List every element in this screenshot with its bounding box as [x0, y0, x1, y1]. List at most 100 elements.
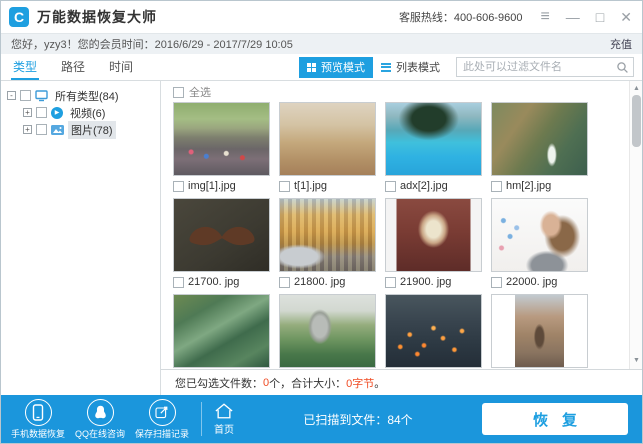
list-mode-button[interactable]: 列表模式 — [373, 57, 448, 78]
home-label: 首页 — [214, 421, 234, 436]
file-checkbox[interactable] — [385, 181, 396, 192]
tab-type[interactable]: 类型 — [11, 54, 39, 80]
file-name: hm[2].jpg — [506, 180, 551, 192]
tree-item-image[interactable]: + 图片(78) — [7, 121, 160, 138]
tree-checkbox[interactable] — [36, 124, 47, 135]
home-button[interactable]: 首页 — [214, 402, 234, 436]
thumbnail-image[interactable] — [491, 294, 588, 368]
thumbnail-cell — [491, 294, 588, 369]
filter-search-input[interactable] — [463, 61, 616, 73]
thumbnail-cell — [385, 294, 482, 369]
thumbnail-cell: t[1].jpg — [279, 102, 376, 196]
thumbnail-cell — [279, 294, 376, 369]
thumbnail-image[interactable] — [385, 102, 482, 176]
file-checkbox[interactable] — [385, 277, 396, 288]
expand-icon[interactable]: + — [23, 125, 32, 134]
select-all-checkbox[interactable] — [173, 87, 184, 98]
menu-icon[interactable]: ≡ — [540, 9, 549, 25]
scanned-files-count: 已扫描到文件：84个 — [234, 411, 482, 428]
list-view-icon — [381, 63, 391, 72]
app-logo-icon: C — [9, 7, 29, 27]
thumbnail-cell — [173, 294, 270, 369]
collapse-icon[interactable]: - — [7, 91, 16, 100]
thumbnail-image[interactable] — [173, 198, 270, 272]
thumbnail-cell: 21700. jpg — [173, 198, 270, 292]
action-label: 保存扫描记录 — [135, 427, 189, 440]
thumbnail-image[interactable] — [279, 198, 376, 272]
phone-recovery-button[interactable]: 手机数据恢复 — [7, 399, 69, 440]
qq-consult-button[interactable]: QQ在线咨询 — [69, 399, 131, 440]
file-name: 21800. jpg — [294, 276, 345, 288]
tab-time[interactable]: 时间 — [107, 54, 135, 80]
tree-checkbox[interactable] — [36, 107, 47, 118]
close-button[interactable]: ✕ — [620, 10, 632, 24]
app-title: 万能数据恢复大师 — [37, 7, 157, 27]
thumbnail-image[interactable] — [173, 294, 270, 368]
file-name: adx[2].jpg — [400, 180, 448, 192]
scroll-up-icon[interactable]: ▲ — [630, 83, 642, 95]
file-checkbox[interactable] — [279, 277, 290, 288]
action-label: QQ在线咨询 — [75, 427, 125, 440]
thumbnail-grid: img[1].jpg t[1].jpg adx[2].jpg hm[2].jpg — [173, 102, 642, 369]
preview-mode-button[interactable]: 预览模式 — [299, 57, 373, 78]
title-bar: C 万能数据恢复大师 客服热线：400-606-9600 ≡ — □ ✕ — [1, 1, 642, 33]
thumbnail-cell: img[1].jpg — [173, 102, 270, 196]
file-checkbox[interactable] — [491, 277, 502, 288]
search-icon[interactable] — [616, 61, 629, 74]
thumbnail-image[interactable] — [279, 294, 376, 368]
thumbnail-image[interactable] — [491, 198, 588, 272]
thumbnail-image[interactable] — [491, 102, 588, 176]
thumbnail-image[interactable] — [385, 294, 482, 368]
grid-view-icon — [307, 63, 316, 72]
minimize-button[interactable]: — — [566, 10, 580, 24]
tree-checkbox[interactable] — [20, 90, 31, 101]
qq-penguin-icon — [92, 404, 109, 421]
file-checkbox[interactable] — [491, 181, 502, 192]
select-all-row: 全选 — [173, 84, 642, 100]
scroll-down-icon[interactable]: ▼ — [630, 355, 642, 367]
scrollbar-thumb[interactable] — [632, 95, 641, 147]
recover-button[interactable]: 恢复 — [482, 403, 628, 435]
file-name: t[1].jpg — [294, 180, 327, 192]
bottom-action-bar: 手机数据恢复 QQ在线咨询 保存扫描记录 — [1, 395, 642, 443]
maximize-button[interactable]: □ — [596, 10, 604, 24]
phone-icon — [31, 404, 45, 421]
thumbnail-image[interactable] — [385, 198, 482, 272]
file-name: 21900. jpg — [400, 276, 451, 288]
member-bar: 您好，yzy3！您的会员时间：2016/6/29 - 2017/7/29 10:… — [1, 33, 642, 54]
file-checkbox[interactable] — [173, 181, 184, 192]
file-name: 22000. jpg — [506, 276, 557, 288]
tab-path[interactable]: 路径 — [59, 54, 87, 80]
content-area: - 所有类型(84) + ▶ 视频(6) + — [1, 81, 642, 395]
thumbnail-cell: 21900. jpg — [385, 198, 482, 292]
selected-size: 0字节 — [346, 375, 374, 391]
thumbnail-grid-area: 全选 img[1].jpg t[1].jpg adx[2].jpg — [161, 81, 642, 369]
expand-icon[interactable]: + — [23, 108, 32, 117]
image-icon — [51, 125, 64, 135]
tree-item-all-types[interactable]: - 所有类型(84) — [7, 87, 160, 104]
computer-icon — [35, 90, 48, 102]
tree-item-label: 所有类型(84) — [52, 87, 122, 105]
file-checkbox[interactable] — [173, 277, 184, 288]
preview-mode-label: 预览模式 — [321, 59, 365, 75]
video-icon: ▶ — [51, 107, 63, 119]
thumbnail-image[interactable] — [173, 102, 270, 176]
file-checkbox[interactable] — [279, 181, 290, 192]
export-icon — [154, 404, 170, 420]
vertical-scrollbar[interactable]: ▲ ▼ — [629, 81, 642, 369]
service-hotline: 客服热线：400-606-9600 — [399, 9, 523, 25]
thumbnail-image[interactable] — [279, 102, 376, 176]
recharge-link[interactable]: 充值 — [610, 36, 632, 52]
thumbnail-cell: adx[2].jpg — [385, 102, 482, 196]
thumbnail-cell: 21800. jpg — [279, 198, 376, 292]
file-name: 21700. jpg — [188, 276, 239, 288]
select-all-label: 全选 — [189, 84, 211, 100]
toolbar: 类型 路径 时间 预览模式 列表模式 — [1, 54, 642, 81]
filter-search-box — [456, 57, 634, 77]
tree-item-label: 视频(6) — [67, 104, 108, 122]
member-greeting: 您好，yzy3！您的会员时间：2016/6/29 - 2017/7/29 10:… — [11, 36, 293, 52]
tree-item-video[interactable]: + ▶ 视频(6) — [7, 104, 160, 121]
save-scan-record-button[interactable]: 保存扫描记录 — [131, 399, 193, 440]
list-mode-label: 列表模式 — [396, 59, 440, 75]
status-mid: 个，合计大小： — [269, 375, 346, 391]
